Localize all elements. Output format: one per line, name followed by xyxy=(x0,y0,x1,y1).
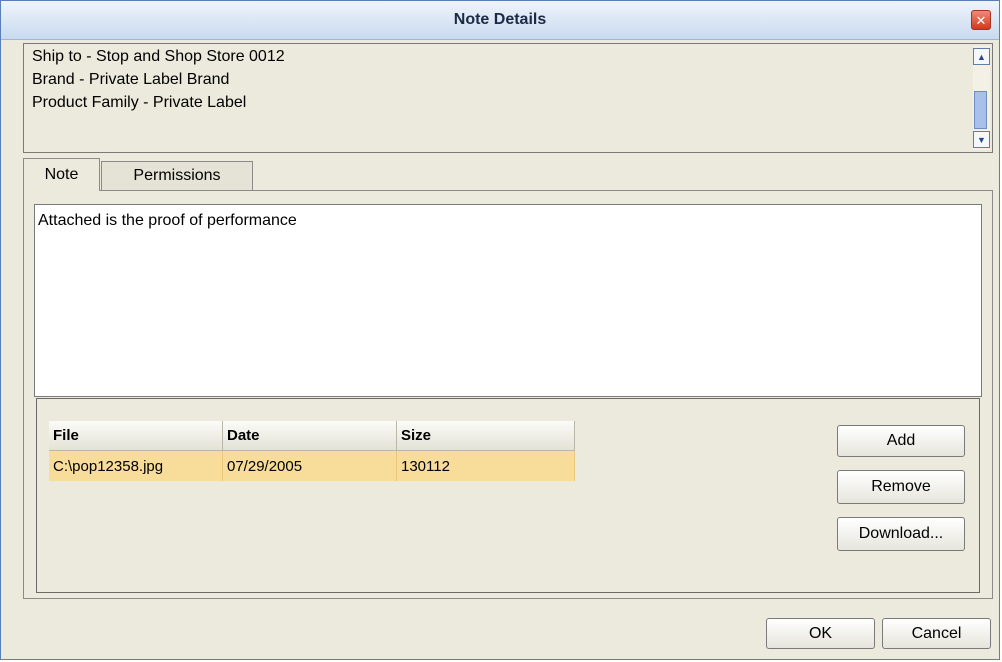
table-header: File Date Size xyxy=(49,421,575,451)
info-line-brand: Brand - Private Label Brand xyxy=(32,71,230,88)
cell-size: 130112 xyxy=(397,451,575,481)
cancel-button[interactable]: Cancel xyxy=(882,618,991,649)
info-scrollbar[interactable]: ▲ ▼ xyxy=(973,46,990,150)
note-context-info: Ship to - Stop and Shop Store 0012 Brand… xyxy=(23,43,993,153)
title-bar[interactable]: Note Details ✕ xyxy=(1,1,999,40)
download-button[interactable]: Download... xyxy=(837,517,965,551)
window-title: Note Details xyxy=(453,11,547,28)
info-line-product-family: Product Family - Private Label xyxy=(32,94,247,111)
note-text: Attached is the proof of performance xyxy=(38,212,297,229)
ok-button[interactable]: OK xyxy=(766,618,875,649)
table-row[interactable]: C:\pop12358.jpg 07/29/2005 130112 xyxy=(49,451,575,481)
attachments-table: File Date Size C:\pop12358.jpg 07/29/200… xyxy=(49,421,575,481)
scroll-down-button[interactable]: ▼ xyxy=(973,131,990,148)
column-header-file[interactable]: File xyxy=(49,421,223,451)
close-icon: ✕ xyxy=(975,12,987,28)
remove-button[interactable]: Remove xyxy=(837,470,965,504)
tab-permissions[interactable]: Permissions xyxy=(101,161,253,191)
scroll-up-button[interactable]: ▲ xyxy=(973,48,990,65)
arrow-down-icon: ▼ xyxy=(977,134,986,145)
close-button[interactable]: ✕ xyxy=(971,10,991,30)
column-header-date[interactable]: Date xyxy=(223,421,397,451)
tab-note[interactable]: Note xyxy=(23,158,100,191)
info-line-ship-to: Ship to - Stop and Shop Store 0012 xyxy=(32,48,285,65)
note-text-area[interactable]: Attached is the proof of performance xyxy=(34,204,982,397)
note-details-dialog: Note Details ✕ Ship to - Stop and Shop S… xyxy=(0,0,1000,660)
add-button[interactable]: Add xyxy=(837,425,965,457)
arrow-up-icon: ▲ xyxy=(977,51,986,62)
column-header-size[interactable]: Size xyxy=(397,421,575,451)
cell-file: C:\pop12358.jpg xyxy=(49,451,223,481)
cell-date: 07/29/2005 xyxy=(223,451,397,481)
scroll-thumb[interactable] xyxy=(974,91,987,129)
